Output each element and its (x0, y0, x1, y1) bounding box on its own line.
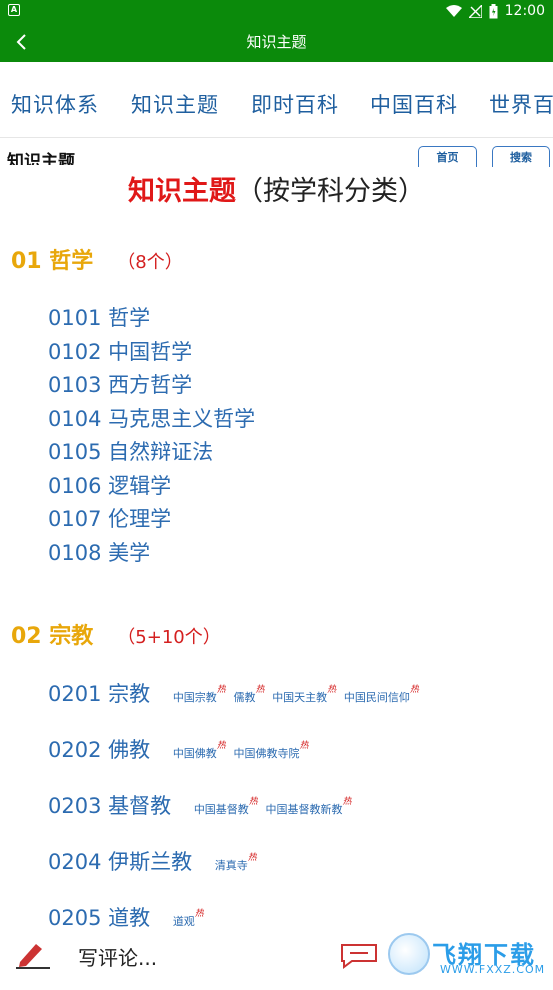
watermark-logo: 飞翔下载 WWW.FXXZ.COM (388, 933, 548, 977)
hot-badge: 热 (342, 797, 352, 807)
hot-badge: 热 (248, 797, 258, 807)
section-label: 02 宗教 (11, 624, 94, 649)
web-content: 知识主题 首页 搜索 知识主题（按学科分类） 01 哲学 （8个） 0101 哲学… (0, 139, 553, 931)
hot-badge: 热 (327, 685, 337, 695)
watermark-circle-icon (388, 933, 430, 975)
subtopic-link[interactable]: 中国基督教新教热 (266, 797, 352, 816)
page-header-title: 知识主题 (7, 152, 75, 165)
hot-badge: 热 (409, 685, 419, 695)
status-icons: 12:00 (445, 2, 545, 20)
navigation-bar (0, 978, 553, 990)
hot-badge: 热 (216, 741, 226, 751)
section-count: （5+10个） (117, 627, 221, 648)
subtopic-link[interactable]: 清真寺热 (215, 853, 257, 872)
hot-badge: 热 (247, 853, 257, 863)
topic-link[interactable]: 0202 佛教 (48, 738, 150, 762)
topic-link[interactable]: 0105 自然辩证法 (48, 436, 213, 466)
topic-link[interactable]: 0104 马克思主义哲学 (48, 403, 255, 433)
topic-link[interactable]: 0103 西方哲学 (48, 369, 192, 399)
page-title-suffix: （按学科分类） (236, 176, 425, 207)
topic-link[interactable]: 0108 美学 (48, 537, 150, 567)
watermark-url: WWW.FXXZ.COM (440, 963, 546, 976)
topic-link[interactable]: 0203 基督教 (48, 794, 171, 818)
subtopic-link[interactable]: 儒教热 (234, 685, 265, 704)
page-title: 知识主题（按学科分类） (0, 169, 553, 208)
topic-row: 0203 基督教 中国基督教热 中国基督教新教热 (48, 790, 353, 820)
tab-instant-encyclopedia[interactable]: 即时百科 (251, 89, 339, 119)
tab-china-encyclopedia[interactable]: 中国百科 (370, 89, 458, 119)
tab-knowledge-topics[interactable]: 知识主题 (131, 89, 219, 119)
wifi-icon (445, 4, 462, 17)
tab-world-encyclopedia[interactable]: 世界百科 (489, 89, 553, 119)
section-heading-philosophy[interactable]: 01 哲学 （8个） (11, 243, 183, 275)
hot-badge: 热 (194, 909, 204, 919)
subtopic-link[interactable]: 中国天主教热 (272, 685, 336, 704)
topic-link[interactable]: 0102 中国哲学 (48, 336, 192, 366)
notification-icon: A (8, 4, 20, 16)
page-title-main: 知识主题 (128, 176, 236, 207)
topic-link[interactable]: 0201 宗教 (48, 682, 150, 706)
topic-row: 0202 佛教 中国佛教热 中国佛教寺院热 (48, 734, 310, 764)
hot-badge: 热 (255, 685, 265, 695)
section-label: 01 哲学 (11, 249, 94, 274)
topic-link[interactable]: 0204 伊斯兰教 (48, 850, 192, 874)
no-signal-icon (468, 4, 482, 18)
subtopic-link[interactable]: 中国宗教热 (173, 685, 226, 704)
topic-link[interactable]: 0106 逻辑学 (48, 470, 171, 500)
battery-icon (489, 3, 498, 18)
tab-knowledge-system[interactable]: 知识体系 (11, 89, 99, 119)
topic-link[interactable]: 0101 哲学 (48, 302, 150, 332)
search-button[interactable]: 搜索 (492, 146, 550, 167)
topic-row: 0204 伊斯兰教 清真寺热 (48, 846, 258, 876)
category-tabs: 知识体系 知识主题 即时百科 中国百科 世界百科 (0, 62, 553, 138)
topic-row: 0201 宗教 中国宗教热 儒教热 中国天主教热 中国民间信仰热 (48, 678, 420, 708)
subtopic-link[interactable]: 中国佛教寺院热 (234, 741, 309, 760)
subtopic-link[interactable]: 中国佛教热 (173, 741, 226, 760)
comment-bar: 写评论... 飞翔下载 WWW.FXXZ.COM (0, 931, 553, 978)
hot-badge: 热 (216, 685, 226, 695)
section-count: （8个） (117, 252, 183, 273)
home-button[interactable]: 首页 (418, 146, 477, 167)
subtopic-link[interactable]: 中国基督教热 (194, 797, 258, 816)
clock: 12:00 (504, 3, 545, 19)
topic-link[interactable]: 0107 伦理学 (48, 503, 171, 533)
subtopic-link[interactable]: 道观热 (173, 909, 204, 928)
comment-input[interactable]: 写评论... (78, 942, 157, 971)
pen-icon (16, 944, 50, 969)
section-heading-religion[interactable]: 02 宗教 （5+10个） (11, 618, 221, 650)
app-bar-title: 知识主题 (246, 33, 307, 51)
status-bar: A 12:00 (0, 0, 553, 22)
hot-badge: 热 (299, 741, 309, 751)
comments-icon[interactable] (340, 941, 380, 969)
topic-row: 0205 道教 道观热 (48, 902, 205, 931)
subtopic-link[interactable]: 中国民间信仰热 (344, 685, 419, 704)
topic-link[interactable]: 0205 道教 (48, 906, 150, 930)
app-bar: 知识主题 (0, 22, 553, 62)
